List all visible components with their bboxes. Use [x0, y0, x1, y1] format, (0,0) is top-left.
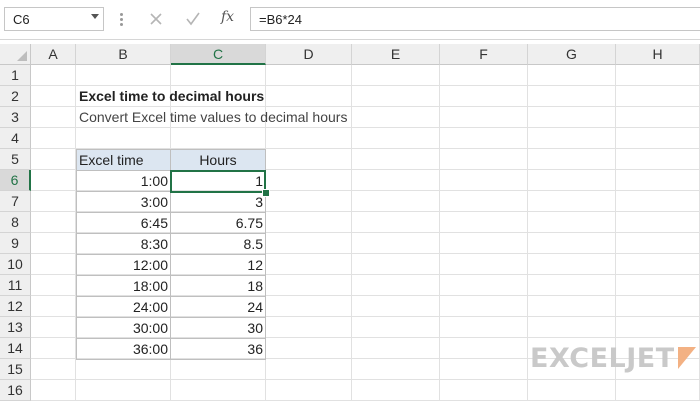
row-header-12[interactable]: 12 [0, 296, 31, 317]
cancel-icon[interactable] [145, 8, 167, 30]
gridline-horizontal [31, 85, 700, 86]
sheet-subtitle: Convert Excel time values to decimal hou… [79, 109, 348, 125]
row-header-8[interactable]: 8 [0, 212, 31, 233]
row-header-15[interactable]: 15 [0, 359, 31, 380]
column-header-b[interactable]: B [76, 44, 171, 65]
formula-input[interactable]: =B6*24 [250, 7, 700, 31]
row-header-6[interactable]: 6 [0, 170, 31, 191]
hours-cell[interactable]: 6.75 [171, 213, 266, 234]
checkmark-icon[interactable] [182, 8, 204, 30]
row-header-7[interactable]: 7 [0, 191, 31, 212]
table-header-excel-time[interactable]: Excel time [76, 149, 171, 171]
row-header-9[interactable]: 9 [0, 233, 31, 254]
column-header-g[interactable]: G [528, 44, 616, 65]
name-box[interactable]: C6 [4, 7, 104, 31]
excel-time-cell[interactable]: 12:00 [76, 255, 171, 276]
chevron-down-icon[interactable] [91, 14, 99, 19]
row-header-5[interactable]: 5 [0, 149, 31, 170]
table-header-hours[interactable]: Hours [171, 149, 266, 171]
exceljet-logo: EXCELJET [530, 343, 696, 374]
row-header-14[interactable]: 14 [0, 338, 31, 359]
logo-text: EXCELJET [530, 343, 675, 374]
hours-cell[interactable]: 3 [171, 192, 266, 213]
logo-mark-icon [678, 347, 696, 369]
row-header-13[interactable]: 13 [0, 317, 31, 338]
column-header-h[interactable]: H [616, 44, 700, 65]
gridline-horizontal [31, 379, 700, 380]
column-header-e[interactable]: E [352, 44, 440, 65]
gridline-horizontal [31, 106, 700, 107]
column-header-d[interactable]: D [266, 44, 352, 65]
name-box-value: C6 [13, 12, 30, 27]
gridline-horizontal [31, 127, 700, 128]
row-header-4[interactable]: 4 [0, 128, 31, 149]
row-header-10[interactable]: 10 [0, 254, 31, 275]
row-header-16[interactable]: 16 [0, 380, 31, 401]
fill-handle[interactable] [262, 189, 270, 197]
row-header-1[interactable]: 1 [0, 65, 31, 86]
insert-function-icon[interactable]: fx [218, 8, 240, 30]
excel-time-cell[interactable]: 1:00 [76, 171, 171, 192]
excel-time-cell[interactable]: 18:00 [76, 276, 171, 297]
column-header-a[interactable]: A [31, 44, 76, 65]
sheet-title: Excel time to decimal hours [79, 88, 265, 104]
row-header-11[interactable]: 11 [0, 275, 31, 296]
row-header-2[interactable]: 2 [0, 86, 31, 107]
hours-cell[interactable]: 18 [171, 276, 266, 297]
hours-cell[interactable]: 12 [171, 255, 266, 276]
excel-time-cell[interactable]: 8:30 [76, 234, 171, 255]
hours-cell[interactable]: 30 [171, 318, 266, 339]
formula-bar: C6 fx =B6*24 [0, 0, 700, 40]
select-all-icon [17, 51, 27, 61]
drag-handle-icon[interactable] [118, 12, 124, 28]
active-cell-selection[interactable] [170, 170, 266, 193]
formula-text: =B6*24 [259, 12, 303, 27]
hours-cell[interactable]: 36 [171, 339, 266, 360]
fx-label: fx [221, 9, 235, 25]
excel-time-cell[interactable]: 36:00 [76, 339, 171, 360]
column-header-f[interactable]: F [440, 44, 528, 65]
select-all-corner[interactable] [0, 44, 31, 65]
excel-time-cell[interactable]: 3:00 [76, 192, 171, 213]
hours-cell[interactable]: 24 [171, 297, 266, 318]
excel-time-cell[interactable]: 30:00 [76, 318, 171, 339]
row-header-3[interactable]: 3 [0, 107, 31, 128]
excel-time-cell[interactable]: 6:45 [76, 213, 171, 234]
hours-cell[interactable]: 8.5 [171, 234, 266, 255]
column-header-c[interactable]: C [171, 44, 266, 65]
excel-time-cell[interactable]: 24:00 [76, 297, 171, 318]
